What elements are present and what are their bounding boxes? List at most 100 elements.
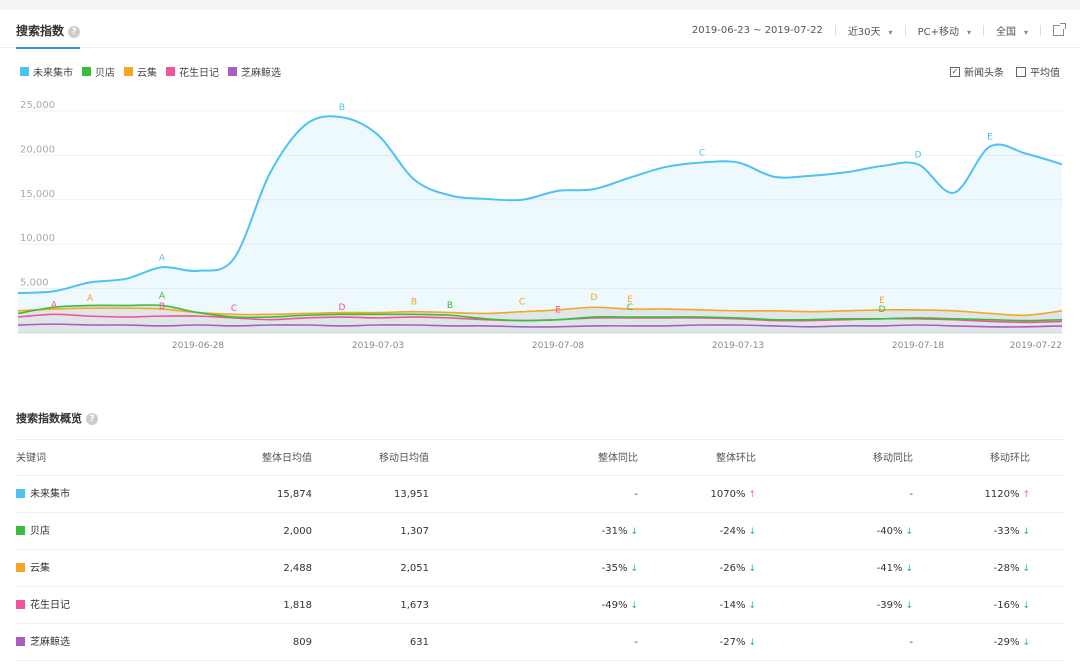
legend-swatch	[82, 67, 91, 76]
legend-label: 云集	[137, 68, 157, 79]
event-marker[interactable]: C	[699, 149, 705, 159]
legend-label: 未来集市	[33, 68, 73, 79]
event-marker[interactable]: E	[627, 295, 633, 305]
legend-item[interactable]: 云集	[124, 64, 157, 79]
external-link-icon[interactable]	[1053, 23, 1066, 36]
event-marker[interactable]: E	[555, 306, 561, 316]
event-marker[interactable]: B	[339, 103, 345, 113]
y-tick-label: 20,000	[20, 144, 55, 155]
legend-item[interactable]: 花生日记	[166, 64, 219, 79]
tab-search-index[interactable]: 搜索指数?	[16, 22, 81, 49]
mobile-yoy-cell: -41% ↓	[877, 550, 913, 588]
event-marker[interactable]: C	[519, 298, 525, 308]
mobile-yoy-cell: -39% ↓	[877, 587, 913, 625]
question-icon[interactable]: ?	[68, 26, 81, 38]
cell-value: 1,307	[400, 526, 429, 537]
mobile-yoy-cell: -	[909, 624, 913, 661]
event-marker[interactable]: E	[987, 133, 993, 143]
overall-yoy-cell: -35% ↓	[602, 550, 638, 588]
search-index-card: 搜索指数? 2019-06-23 ~ 2019-07-22 近30天 PC+移动…	[0, 10, 1080, 670]
event-marker[interactable]: A	[51, 300, 58, 310]
arrow-down-icon: ↓	[905, 601, 913, 611]
cell-value: 631	[409, 637, 429, 648]
region-select[interactable]: 全国	[996, 23, 1028, 38]
arrow-down-icon: ↓	[748, 564, 756, 574]
event-marker[interactable]: C	[231, 304, 237, 314]
column-header[interactable]: 整体环比	[716, 440, 756, 477]
column-header[interactable]: 整体日均值	[262, 440, 312, 477]
divider	[982, 25, 984, 36]
cell-value: -49%	[601, 600, 628, 611]
question-icon[interactable]: ?	[86, 413, 98, 425]
divider	[904, 25, 906, 36]
mobile-mom-cell: -29% ↓	[994, 624, 1030, 662]
event-marker[interactable]: B	[411, 298, 417, 308]
event-marker[interactable]: A	[87, 294, 94, 304]
arrow-down-icon: ↓	[748, 527, 756, 537]
column-header: 关键词	[16, 453, 46, 464]
event-marker[interactable]: E	[879, 296, 885, 306]
card-header: 搜索指数? 2019-06-23 ~ 2019-07-22 近30天 PC+移动…	[0, 10, 1080, 49]
mobile-avg-cell: 1,307	[400, 513, 429, 550]
y-tick-label: 10,000	[20, 233, 55, 244]
overall-avg-cell: 2,488	[283, 550, 312, 587]
overall-mom-cell: -14% ↓	[720, 587, 756, 625]
cell-value: -39%	[876, 600, 903, 611]
event-marker[interactable]: D	[915, 150, 922, 160]
period-select[interactable]: 近30天	[848, 23, 893, 38]
column-header[interactable]: 整体同比	[598, 440, 638, 477]
legend-item[interactable]: 芝麻鲸选	[228, 64, 281, 79]
news-label: 新闻头条	[964, 68, 1004, 79]
legend-item[interactable]: 贝店	[82, 64, 115, 79]
device-select[interactable]: PC+移动	[918, 23, 971, 38]
average-checkbox[interactable]: 平均值	[1016, 64, 1060, 79]
mobile-avg-cell: 631	[410, 624, 429, 661]
overall-mom-cell: -27% ↓	[720, 624, 756, 662]
column-header[interactable]: 移动同比	[873, 440, 913, 477]
event-marker[interactable]: B	[159, 302, 165, 312]
divider	[1040, 25, 1041, 36]
table-row: 花生日记 1,818 1,673 -49% ↓ -14% ↓ -39% ↓ -16% ↓	[16, 587, 1064, 624]
cell-value: -16%	[993, 600, 1020, 611]
news-checkbox[interactable]: ✓ 新闻头条	[950, 64, 1004, 79]
overall-yoy-cell: -49% ↓	[602, 587, 638, 625]
event-marker[interactable]: D	[591, 293, 598, 303]
cell-value: -27%	[719, 637, 746, 648]
arrow-down-icon: ↓	[1022, 564, 1030, 574]
event-marker[interactable]: D	[879, 305, 886, 315]
y-tick-label: 15,000	[20, 189, 55, 200]
cell-value: 1070%	[710, 489, 746, 500]
table-row: 未来集市 15,874 13,951-1070% ↑ -1120% ↑	[16, 476, 1064, 513]
y-tick-label: 5,000	[20, 278, 49, 289]
x-tick-label: 2019-07-13	[712, 341, 764, 351]
average-label: 平均值	[1030, 68, 1060, 79]
keyword-name: 云集	[30, 563, 50, 574]
legend-swatch	[166, 67, 175, 76]
mobile-avg-cell: 2,051	[400, 550, 429, 587]
mobile-avg-cell: 1,673	[400, 587, 429, 624]
event-marker[interactable]: B	[447, 301, 453, 311]
keyword-swatch	[16, 600, 25, 609]
keyword-cell: 花生日记	[16, 587, 70, 624]
overall-yoy-cell: -31% ↓	[602, 513, 638, 551]
table-row: 贝店 2,000 1,307 -31% ↓ -24% ↓ -40% ↓ -33% ↓	[16, 513, 1064, 550]
arrow-down-icon: ↓	[1022, 527, 1030, 537]
column-header[interactable]: 移动日均值	[379, 440, 429, 477]
cell-value: 2,051	[400, 563, 429, 574]
overall-mom-cell: 1070% ↑	[711, 476, 757, 514]
keyword-name: 贝店	[30, 526, 50, 537]
legend-item[interactable]: 未来集市	[20, 64, 73, 79]
overall-avg-cell: 15,874	[277, 476, 312, 513]
event-marker[interactable]: D	[339, 303, 346, 313]
event-marker[interactable]: A	[159, 253, 166, 263]
arrow-down-icon: ↓	[1022, 638, 1030, 648]
checkbox-checked-icon[interactable]: ✓	[950, 66, 960, 77]
date-range[interactable]: 2019-06-23 ~ 2019-07-22	[692, 25, 823, 36]
cell-value: -	[909, 489, 913, 500]
legend-label: 芝麻鲸选	[241, 68, 281, 79]
cell-value: 13,951	[394, 489, 429, 500]
checkbox-icon[interactable]	[1016, 66, 1026, 77]
arrow-down-icon: ↓	[630, 527, 638, 537]
column-header[interactable]: 移动环比	[990, 440, 1030, 477]
event-marker[interactable]: A	[159, 291, 166, 301]
